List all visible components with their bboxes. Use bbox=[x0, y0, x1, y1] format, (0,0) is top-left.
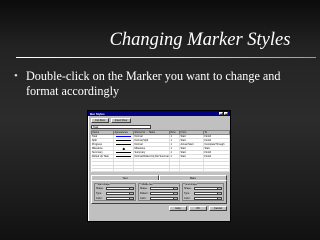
dialog-titlebar: Bar Styles bbox=[88, 111, 230, 116]
style-dropdown[interactable] bbox=[194, 196, 222, 201]
group-title: Start shape bbox=[97, 182, 111, 186]
dialog-tabs: Text Bars bbox=[91, 175, 227, 181]
from-cell[interactable] bbox=[179, 168, 204, 173]
to-cell[interactable] bbox=[203, 168, 230, 173]
bar-appearance-swatch bbox=[122, 147, 125, 150]
field-label: Shape: bbox=[140, 187, 148, 191]
field-label: Shape: bbox=[184, 187, 192, 191]
bar-appearance-swatch bbox=[116, 155, 132, 158]
dialog-toolbar: Cut Row Insert Row bbox=[88, 116, 230, 124]
style-dropdown[interactable] bbox=[106, 186, 134, 191]
close-icon[interactable] bbox=[224, 111, 228, 116]
bar-appearance-swatch bbox=[116, 143, 132, 146]
shape-group: End shape Shape: Type: Color: bbox=[182, 182, 224, 202]
group-title: Middle bar bbox=[141, 182, 154, 186]
style-field: Color: bbox=[96, 196, 134, 201]
style-dropdown[interactable] bbox=[150, 191, 178, 196]
bullet-icon: • bbox=[14, 70, 18, 82]
shape-group: Start shape Shape: Type: Color: bbox=[94, 182, 136, 202]
bar-styles-table: Name Appearance Show For ... Tasks Row F… bbox=[91, 130, 230, 173]
group-title: End shape bbox=[185, 182, 198, 186]
field-label: Type: bbox=[184, 192, 190, 196]
cell-edit-field[interactable]: Task bbox=[91, 125, 151, 129]
style-dropdown[interactable] bbox=[106, 196, 134, 201]
table-row[interactable] bbox=[91, 168, 230, 173]
bar-appearance-swatch bbox=[116, 135, 132, 138]
show-for-cell[interactable] bbox=[133, 168, 170, 173]
cancel-button[interactable]: Cancel bbox=[209, 206, 227, 212]
bullet-text: Double-click on the Marker you want to c… bbox=[26, 69, 281, 98]
bars-panel: Start shape Shape: Type: Color: Middle bar Sh… bbox=[91, 180, 227, 205]
bar-appearance-swatch bbox=[116, 151, 132, 154]
style-field: Color: bbox=[184, 196, 222, 201]
tab-text[interactable]: Text bbox=[91, 175, 159, 181]
title-divider bbox=[16, 57, 316, 58]
field-label: Color: bbox=[96, 197, 103, 201]
cut-row-button[interactable]: Cut Row bbox=[91, 118, 109, 123]
tab-bars[interactable]: Bars bbox=[159, 175, 227, 181]
style-dropdown[interactable] bbox=[150, 196, 178, 201]
field-label: Color: bbox=[184, 197, 191, 201]
style-dropdown[interactable] bbox=[194, 191, 222, 196]
shape-group: Middle bar Shape: Pattern: Color: bbox=[138, 182, 180, 202]
slide-title: Changing Marker Styles bbox=[109, 30, 291, 50]
show-for-cell[interactable]: Normal,Rolled Up,Not Summary bbox=[133, 154, 170, 159]
bullet-point: • Double-click on the Marker you want to… bbox=[14, 69, 306, 99]
bar-styles-dialog: Bar Styles Cut Row Insert Row Task Name … bbox=[87, 110, 231, 222]
help-titlebar-button[interactable] bbox=[219, 111, 223, 116]
dialog-title: Bar Styles bbox=[90, 111, 105, 116]
appearance-cell[interactable] bbox=[113, 168, 134, 173]
bar-appearance-swatch bbox=[116, 139, 132, 142]
style-field: Color: bbox=[140, 196, 178, 201]
ok-button[interactable]: OK bbox=[189, 206, 207, 212]
field-label: Shape: bbox=[96, 187, 104, 191]
field-label: Pattern: bbox=[140, 192, 149, 196]
insert-row-button[interactable]: Insert Row bbox=[111, 118, 131, 123]
help-button[interactable]: Help bbox=[169, 206, 187, 212]
style-dropdown[interactable] bbox=[106, 191, 134, 196]
field-label: Color: bbox=[140, 197, 147, 201]
style-dropdown[interactable] bbox=[150, 186, 178, 191]
row-cell[interactable] bbox=[169, 168, 180, 173]
dialog-buttons: Help OK Cancel bbox=[88, 204, 230, 213]
style-dropdown[interactable] bbox=[194, 186, 222, 191]
field-label: Type: bbox=[96, 192, 102, 196]
name-cell[interactable] bbox=[91, 168, 114, 173]
